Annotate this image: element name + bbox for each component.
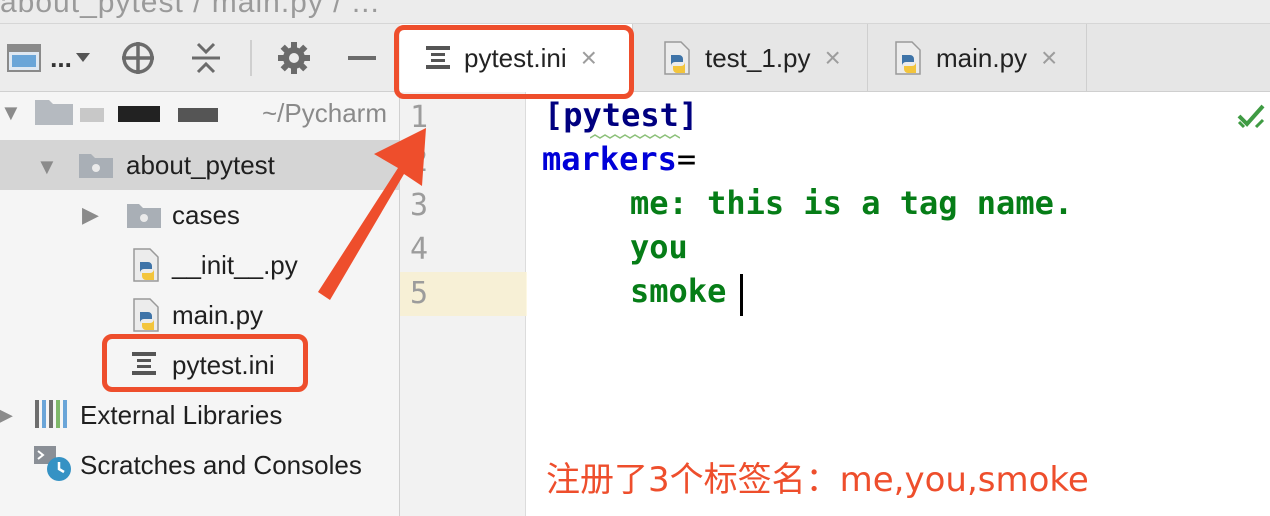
tree-item-about-pytest[interactable]: ▼ about_pytest xyxy=(0,140,399,190)
tree-item-init-py[interactable]: __init__.py xyxy=(0,240,399,290)
tree-item-cases[interactable]: ▶ cases xyxy=(0,190,399,240)
code-line-5: smoke xyxy=(630,272,727,310)
dropdown-icon xyxy=(75,53,90,62)
minimize-icon[interactable] xyxy=(342,38,382,78)
code-line-3: me: this is a tag name. xyxy=(630,184,1074,222)
breadcrumb: about_pytest / main.py / ... xyxy=(0,0,380,19)
line-number: 5 xyxy=(410,276,429,311)
line-number: 1 xyxy=(410,100,429,135)
line-number: 2 xyxy=(410,144,429,179)
code-equals: = xyxy=(676,140,697,178)
tab-main-py[interactable]: main.py × xyxy=(868,24,1086,92)
tree-item-label: __init__.py xyxy=(172,250,298,280)
tree-item-label: External Libraries xyxy=(80,400,283,430)
redacted-block xyxy=(118,106,160,122)
line-number: 3 xyxy=(410,188,429,223)
folder-icon xyxy=(127,204,161,228)
redacted-block xyxy=(178,108,218,122)
code-line-2: markers= xyxy=(542,140,696,178)
code-line-4: you xyxy=(630,228,688,266)
python-file-icon xyxy=(664,41,690,75)
text-caret xyxy=(740,274,743,316)
tree-item-label: cases xyxy=(172,200,240,230)
tree-item-external-libraries[interactable]: ▶ External Libraries xyxy=(0,390,399,440)
tree-item-label: main.py xyxy=(172,300,264,330)
folder-icon xyxy=(79,154,113,178)
python-file-icon xyxy=(133,298,159,332)
view-selector-label: ... xyxy=(50,42,72,73)
tree-item-main-py[interactable]: main.py xyxy=(0,290,399,340)
tab-divider xyxy=(1086,24,1087,92)
code-key: markers xyxy=(542,140,677,178)
project-tree: ▼ ~/Pycharm ▼ about_pytest ▶ cases __ini… xyxy=(0,92,400,516)
line-number: 4 xyxy=(410,232,429,267)
chevron-down-icon: ▼ xyxy=(36,154,58,179)
project-view-icon[interactable] xyxy=(6,38,42,78)
close-icon[interactable]: × xyxy=(1041,42,1057,74)
code-line-1: [pytest] xyxy=(544,96,699,134)
breadcrumb-bar: about_pytest / main.py / ... xyxy=(0,0,1270,24)
python-file-icon xyxy=(895,41,921,75)
close-icon[interactable]: × xyxy=(825,42,841,74)
tree-root-path: ~/Pycharm xyxy=(262,98,387,128)
toolbar-divider xyxy=(250,40,252,76)
tree-item-label: about_pytest xyxy=(126,150,275,180)
tree-item-scratches[interactable]: Scratches and Consoles xyxy=(0,440,399,490)
tree-root[interactable]: ▼ ~/Pycharm xyxy=(0,92,399,140)
scratches-icon xyxy=(34,446,71,481)
inspection-ok-icon[interactable] xyxy=(1236,102,1266,132)
view-selector[interactable]: ... xyxy=(48,38,92,78)
chevron-right-icon: ▶ xyxy=(0,402,13,428)
folder-icon xyxy=(35,100,73,125)
locate-icon[interactable] xyxy=(118,38,158,78)
highlight-box-tree-item xyxy=(102,334,308,392)
chevron-down-icon: ▼ xyxy=(0,100,22,125)
redacted-block xyxy=(80,108,104,122)
tab-label: test_1.py xyxy=(705,42,811,73)
tree-item-label: Scratches and Consoles xyxy=(80,450,362,480)
project-toolbar: ... xyxy=(0,24,400,92)
chevron-right-icon: ▶ xyxy=(82,202,99,227)
collapse-icon[interactable] xyxy=(186,38,226,78)
tab-label: main.py xyxy=(936,42,1028,73)
libraries-icon xyxy=(35,400,67,428)
tab-test-1-py[interactable]: test_1.py × xyxy=(633,24,867,92)
annotation-note: 注册了3个标签名：me,you,smoke xyxy=(546,460,1089,500)
highlight-box-tab xyxy=(394,25,634,99)
gear-icon[interactable] xyxy=(274,38,314,78)
python-file-icon xyxy=(133,248,159,282)
